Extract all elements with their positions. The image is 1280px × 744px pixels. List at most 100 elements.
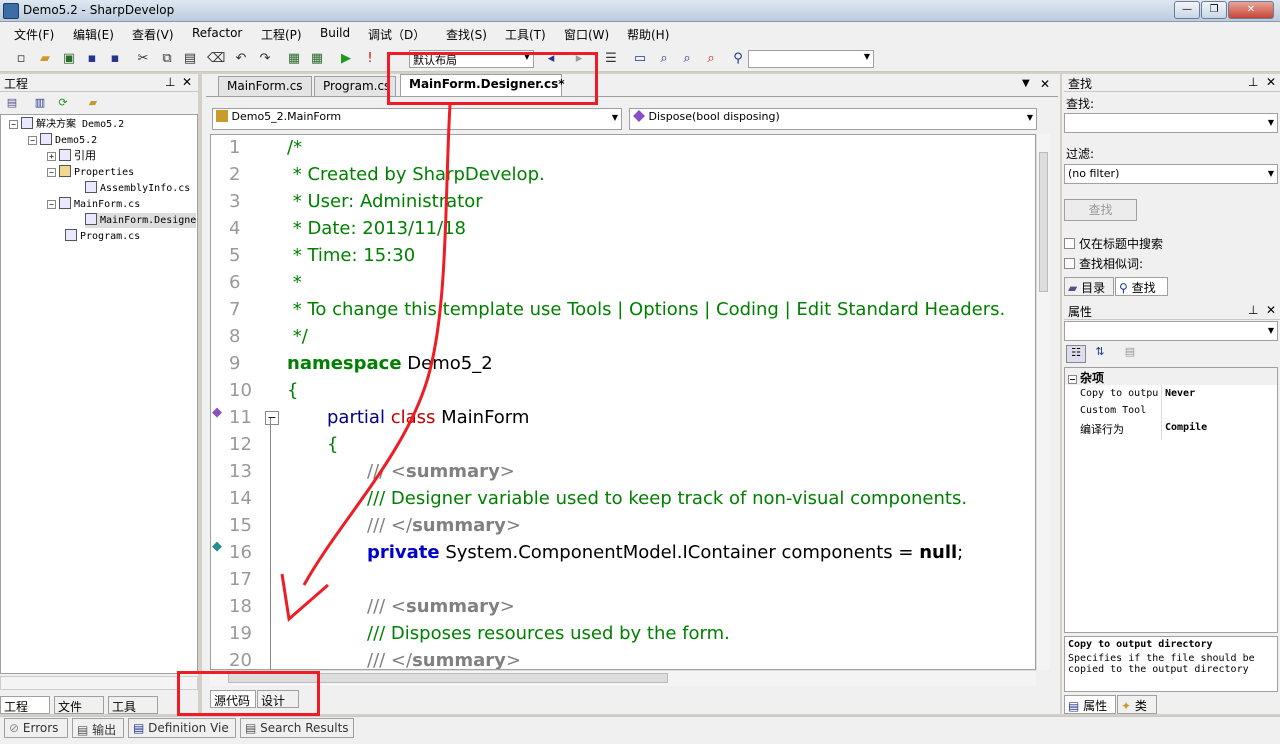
build-icon[interactable]: ▦: [285, 50, 303, 68]
categorized-icon[interactable]: ☷: [1066, 345, 1086, 363]
menu-refactor[interactable]: Refactor: [192, 26, 242, 40]
collapse-icon[interactable]: −: [1068, 375, 1077, 384]
editor-vscroll[interactable]: [1036, 134, 1050, 670]
props-panel-header: 属性 ⊥ ✕: [1064, 302, 1280, 320]
search-combo[interactable]: ▼: [748, 50, 874, 68]
references-icon: [59, 149, 71, 161]
pin-icon[interactable]: ⊥: [165, 75, 175, 89]
close-button[interactable]: ✕: [1228, 1, 1274, 19]
alphabetical-icon[interactable]: ⇅: [1090, 345, 1110, 363]
checkbox[interactable]: [1064, 258, 1075, 269]
tab-search-results[interactable]: ▤ Search Results: [240, 718, 354, 738]
tree-node[interactable]: + 引用: [47, 149, 96, 164]
folder-icon: [59, 165, 71, 177]
menu-debug[interactable]: 调试（D）: [368, 26, 425, 43]
tree-node[interactable]: Program.cs: [65, 229, 140, 244]
property-value[interactable]: Never: [1165, 388, 1195, 399]
pin-icon[interactable]: ⊥: [1248, 303, 1258, 317]
tree-node[interactable]: − Properties: [47, 165, 134, 180]
tab-tools[interactable]: 工具: [108, 696, 158, 714]
tree-node[interactable]: − 解决方案 Demo5.2: [9, 117, 124, 132]
menu-view[interactable]: 查看(V): [132, 26, 174, 43]
error-icon: ⊘: [9, 721, 20, 735]
show-all-icon[interactable]: ▥: [31, 94, 49, 112]
cut-icon[interactable]: ✂: [134, 50, 152, 68]
rebuild-icon[interactable]: ▦: [308, 50, 326, 68]
editor-hscroll[interactable]: [210, 670, 1036, 686]
tab-program[interactable]: Program.cs: [314, 76, 396, 96]
menu-edit[interactable]: 编辑(E): [73, 26, 114, 43]
close-icon[interactable]: ✕: [182, 75, 192, 89]
tree-node[interactable]: AssemblyInfo.cs: [85, 181, 190, 196]
find-icon[interactable]: ⌕: [655, 50, 673, 68]
object-select[interactable]: ▼: [1064, 321, 1278, 341]
tab-properties[interactable]: ▤ 属性: [1064, 695, 1116, 714]
menu-build[interactable]: Build: [320, 26, 350, 40]
redo-icon[interactable]: ↷: [256, 50, 274, 68]
refresh-icon[interactable]: ⟳: [54, 94, 72, 112]
menu-window[interactable]: 窗口(W): [564, 26, 609, 43]
close-icon[interactable]: ✕: [1266, 303, 1276, 317]
find-cancel-icon[interactable]: ⌕: [702, 50, 720, 68]
property-value[interactable]: Compile: [1165, 422, 1207, 433]
check-title-row[interactable]: 仅在标题中搜索: [1064, 235, 1163, 252]
tab-project[interactable]: 工程: [0, 696, 50, 714]
checkbox[interactable]: [1064, 238, 1075, 249]
find-button[interactable]: 查找: [1064, 199, 1137, 221]
tab-find[interactable]: ⚲ 查找: [1115, 277, 1168, 296]
restore-button[interactable]: ❐: [1201, 1, 1227, 19]
close-icon[interactable]: ✕: [1266, 75, 1276, 89]
menu-search[interactable]: 查找(S): [446, 26, 487, 43]
delete-icon[interactable]: ⌫: [207, 50, 225, 68]
tab-output[interactable]: ▤ 输出: [72, 718, 124, 738]
menu-file[interactable]: 文件(F): [14, 26, 54, 43]
chevron-down-icon[interactable]: ▼: [1022, 78, 1030, 89]
new-file-icon[interactable]: ▫: [12, 50, 30, 68]
tree-node[interactable]: − MainForm.cs: [47, 197, 140, 212]
find-next-icon[interactable]: ⌕: [678, 50, 696, 68]
menu-tools[interactable]: 工具(T): [505, 26, 546, 43]
undo-icon[interactable]: ↶: [232, 50, 250, 68]
menu-help[interactable]: 帮助(H): [627, 26, 669, 43]
close-icon[interactable]: ✕: [1040, 77, 1050, 91]
tab-mainform[interactable]: MainForm.cs: [218, 76, 312, 96]
tab-classes[interactable]: ✦ 类: [1117, 695, 1157, 714]
open-folder-icon[interactable]: ▰: [36, 50, 54, 68]
stop-icon[interactable]: !: [361, 50, 379, 68]
copy-icon[interactable]: ⧉: [158, 50, 176, 68]
property-pages-icon[interactable]: ▤: [1120, 345, 1140, 363]
tab-errors[interactable]: ⊘ Errors: [4, 718, 68, 738]
vscroll-thumb[interactable]: [1039, 152, 1048, 292]
menu-project[interactable]: 工程(P): [261, 26, 302, 43]
project-hscroll[interactable]: [0, 676, 198, 690]
check-similar-row[interactable]: 查找相似词:: [1064, 255, 1143, 272]
open-project-icon[interactable]: ▣: [60, 50, 78, 68]
window-icon[interactable]: ▭: [631, 50, 649, 68]
collapse-icon[interactable]: −: [47, 200, 56, 209]
tab-files[interactable]: 文件: [54, 696, 104, 714]
search-icon[interactable]: ⚲: [729, 50, 747, 68]
tree-node[interactable]: MainForm.Designe: [85, 213, 197, 228]
member-combo[interactable]: Dispose(bool disposing) ▼: [629, 108, 1037, 130]
tab-errors-label: Errors: [22, 721, 59, 735]
properties-icon[interactable]: ▤: [3, 94, 21, 112]
collapse-icon[interactable]: −: [9, 120, 18, 129]
tab-definition-view[interactable]: ▤ Definition Vie: [128, 718, 236, 738]
pin-icon[interactable]: ⊥: [1248, 75, 1258, 89]
tab-contents[interactable]: ▰ 目录: [1064, 277, 1114, 296]
expand-icon[interactable]: +: [47, 152, 56, 161]
run-icon[interactable]: ▶: [337, 50, 355, 68]
list-icon[interactable]: ☰: [602, 50, 620, 68]
filter-select[interactable]: (no filter) ▼: [1064, 164, 1278, 184]
folder-icon[interactable]: ▰: [84, 94, 102, 112]
save-icon[interactable]: ▪: [83, 50, 101, 68]
property-category[interactable]: − 杂项: [1065, 368, 1277, 385]
find-input[interactable]: ▼: [1064, 113, 1278, 133]
collapse-icon[interactable]: −: [28, 136, 37, 145]
tree-node[interactable]: − Demo5.2: [28, 133, 97, 148]
paste-icon[interactable]: ▤: [181, 50, 199, 68]
collapse-icon[interactable]: −: [47, 168, 56, 177]
minimize-button[interactable]: —: [1174, 1, 1200, 19]
project-tree[interactable]: − 解决方案 Demo5.2 − Demo5.2 + 引用 − Properties A…: [0, 114, 198, 674]
save-all-icon[interactable]: ▪: [106, 50, 124, 68]
